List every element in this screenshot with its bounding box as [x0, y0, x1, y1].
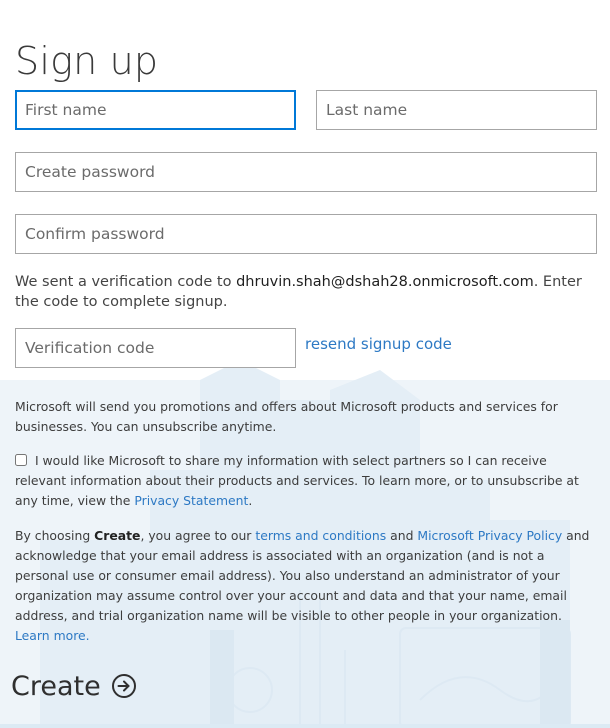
terms-text-2: , you agree to our [140, 528, 256, 543]
circle-arrow-right-icon [111, 674, 136, 698]
signup-form-container: Sign up We sent a verification code to d… [0, 0, 610, 728]
partner-consent-text: I would like Microsoft to share my infor… [15, 453, 579, 508]
create-button-label: Create [11, 670, 101, 702]
first-name-input[interactable] [15, 90, 296, 130]
verification-email: dhruvin.shah@dshah28.onmicrosoft.com [236, 274, 534, 290]
partner-consent: I would like Microsoft to share my infor… [15, 451, 595, 511]
terms-create-word: Create [94, 528, 141, 543]
terms-text-1: By choosing [15, 528, 95, 543]
create-button[interactable]: Create [11, 664, 137, 708]
privacy-statement-link[interactable]: Privacy Statement [134, 493, 248, 508]
partner-consent-end: . [248, 493, 253, 508]
microsoft-privacy-policy-link[interactable]: Microsoft Privacy Policy [417, 528, 562, 543]
promotions-notice: Microsoft will send you promotions and o… [15, 399, 558, 434]
confirm-password-input[interactable] [15, 214, 597, 254]
learn-more-link[interactable]: Learn more. [15, 628, 90, 643]
partner-share-checkbox[interactable] [15, 454, 27, 466]
page-title: Sign up [15, 39, 159, 84]
verification-code-input[interactable] [15, 328, 296, 368]
terms-and-conditions-link[interactable]: terms and conditions [255, 528, 386, 543]
last-name-input[interactable] [316, 90, 597, 130]
terms-text-3: and [386, 528, 418, 543]
resend-signup-code-link[interactable]: resend signup code [305, 335, 452, 353]
terms-notice: By choosing Create, you agree to our ter… [15, 526, 595, 646]
create-password-input[interactable] [15, 152, 597, 192]
verification-message: We sent a verification code to dhruvin.s… [15, 272, 590, 312]
verification-text-before: We sent a verification code to [15, 274, 237, 290]
